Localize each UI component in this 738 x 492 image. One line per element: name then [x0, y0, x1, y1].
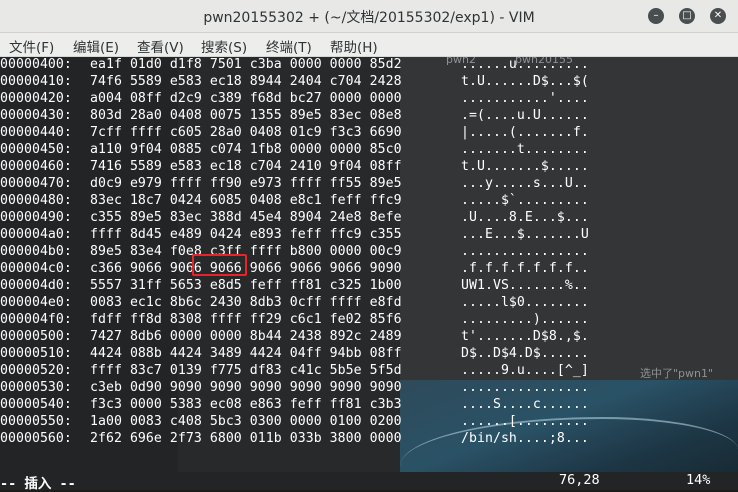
line-ascii: ......u.........: [461, 57, 589, 72]
menu-file[interactable]: 文件(F): [9, 36, 54, 56]
line-ascii: t.U.......$.....: [461, 159, 589, 174]
line-address: 00000410:: [0, 74, 72, 89]
line-address: 00000510:: [0, 346, 72, 361]
line-hex: 7427 8db6 0000 0000 8b44 2438 892c 2489: [90, 329, 402, 344]
line-address: 00000550:: [0, 414, 72, 429]
line-hex: 2f62 696e 2f73 6800 011b 033b 3800 0000: [90, 431, 402, 446]
line-ascii: t'.......D$8.,$.: [461, 329, 589, 344]
line-address: 00000400:: [0, 57, 72, 72]
line-hex: c355 89e5 83ec 388d 45e4 8904 24e8 8efe: [90, 210, 402, 225]
line-hex: f3c3 0000 5383 ec08 e863 feff ff81 c3b3: [90, 397, 402, 412]
mode-indicator: -- 插入 --: [0, 476, 76, 492]
line-address: 00000520:: [0, 363, 72, 378]
line-ascii: ......[.........: [461, 414, 589, 429]
line-address: 000004e0:: [0, 295, 72, 310]
line-address: 00000530:: [0, 380, 72, 395]
line-address: 00000450:: [0, 142, 72, 157]
vim-statusline: -- 插入 -- 76,28 14%: [0, 472, 738, 492]
line-ascii: .........)......: [461, 312, 589, 327]
line-ascii: .....l$0........: [461, 295, 589, 310]
line-hex: fdff ff8d 8308 ffff ff29 c6c1 fe02 85f6: [90, 312, 402, 327]
window-titlebar: pwn20155302 + (~/文档/20155302/exp1) - VIM…: [0, 0, 738, 33]
line-ascii: .....$`.........: [461, 193, 589, 208]
terminal-area[interactable]: pwn2 pwn20155 选中了"pwn1" 00000400: ea1f 01…: [0, 57, 738, 490]
line-ascii: ....S....c......: [461, 397, 589, 412]
line-ascii: .......t........: [461, 142, 589, 157]
line-ascii: /bin/sh....;8...: [461, 431, 589, 446]
line-hex: ea1f 01d0 d1f8 7501 c3ba 0000 0000 85d2: [90, 57, 402, 72]
background-label-selected: 选中了"pwn1": [640, 367, 714, 380]
window-title: pwn20155302 + (~/文档/20155302/exp1) - VIM: [203, 10, 535, 26]
line-ascii: UW1.VS.......%..: [461, 278, 589, 293]
line-hex: 5557 31ff 5653 e8d5 feff ff81 c325 1b00: [90, 278, 402, 293]
line-hex: ffff 83c7 0139 f775 df83 c41c 5b5e 5f5d: [90, 363, 402, 378]
line-ascii: .U....8.E...$...: [461, 210, 589, 225]
close-button[interactable]: ✕: [710, 8, 726, 24]
line-address: 00000560:: [0, 431, 72, 446]
minimize-button[interactable]: –: [648, 8, 664, 24]
line-address: 00000490:: [0, 210, 72, 225]
line-hex: 1a00 0083 c408 5bc3 0300 0000 0100 0200: [90, 414, 402, 429]
line-address: 00000440:: [0, 125, 72, 140]
line-ascii: .f.f.f.f.f.f.f..: [461, 261, 589, 276]
line-address: 000004a0:: [0, 227, 72, 242]
line-ascii: |.....(.......f.: [461, 125, 589, 140]
line-hex: a110 9f04 0885 c074 1fb8 0000 0000 85c0: [90, 142, 402, 157]
line-hex: 0083 ec1c 8b6c 2430 8db3 0cff ffff e8fd: [90, 295, 402, 310]
line-hex: 7416 5589 e583 ec18 c704 2410 9f04 08ff: [90, 159, 402, 174]
line-hex: d0c9 e979 ffff ff90 e973 ffff ff55 89e5: [90, 176, 402, 191]
menu-view[interactable]: 查看(V): [137, 36, 184, 56]
line-hex: 803d 28a0 0408 0075 1355 89e5 83ec 08e8: [90, 108, 402, 123]
line-address: 00000480:: [0, 193, 72, 208]
line-ascii: t.U......D$...$(: [461, 74, 589, 89]
line-ascii: ...E...$.......U: [461, 227, 589, 242]
scroll-percent: 14%: [686, 472, 711, 488]
menu-search[interactable]: 搜索(S): [201, 36, 247, 56]
line-address: 00000470:: [0, 176, 72, 191]
line-ascii: .=(....u.U......: [461, 108, 589, 123]
line-hex: c3eb 0d90 9090 9090 9090 9090 9090 9090: [90, 380, 402, 395]
highlight-box: [192, 254, 247, 276]
line-hex: 4424 088b 4424 3489 4424 04ff 94bb 08ff: [90, 346, 402, 361]
menu-terminal[interactable]: 终端(T): [266, 36, 312, 56]
line-address: 00000420:: [0, 91, 72, 106]
line-address: 000004c0:: [0, 261, 72, 276]
line-hex: ffff 8d45 e489 0424 e893 feff ffc9 c355: [90, 227, 402, 242]
cursor-position: 76,28: [559, 472, 600, 488]
line-ascii: ................: [461, 380, 589, 395]
line-address: 000004d0:: [0, 278, 72, 293]
line-address: 000004b0:: [0, 244, 72, 259]
line-address: 00000460:: [0, 159, 72, 174]
maximize-button[interactable]: □: [679, 8, 695, 24]
line-address: 00000430:: [0, 108, 72, 123]
line-ascii: ................: [461, 244, 589, 259]
line-address: 00000540:: [0, 397, 72, 412]
line-ascii: D$..D$4.D$......: [461, 346, 589, 361]
line-ascii: ...y.....s...U..: [461, 176, 589, 191]
line-address: 000004f0:: [0, 312, 72, 327]
line-hex: a004 08ff d2c9 c389 f68d bc27 0000 0000: [90, 91, 402, 106]
line-hex: 83ec 18c7 0424 6085 0408 e8c1 feff ffc9: [90, 193, 402, 208]
line-ascii: .....9.u....[^_]: [461, 363, 589, 378]
menu-edit[interactable]: 编辑(E): [73, 36, 119, 56]
menu-bar: 文件(F) 编辑(E) 查看(V) 搜索(S) 终端(T) 帮助(H): [0, 33, 738, 57]
menu-help[interactable]: 帮助(H): [330, 36, 378, 56]
line-hex: 7cff ffff c605 28a0 0408 01c9 f3c3 6690: [90, 125, 402, 140]
line-hex: 74f6 5589 e583 ec18 8944 2404 c704 2428: [90, 74, 402, 89]
line-ascii: ...........'....: [461, 91, 589, 106]
line-address: 00000500:: [0, 329, 72, 344]
